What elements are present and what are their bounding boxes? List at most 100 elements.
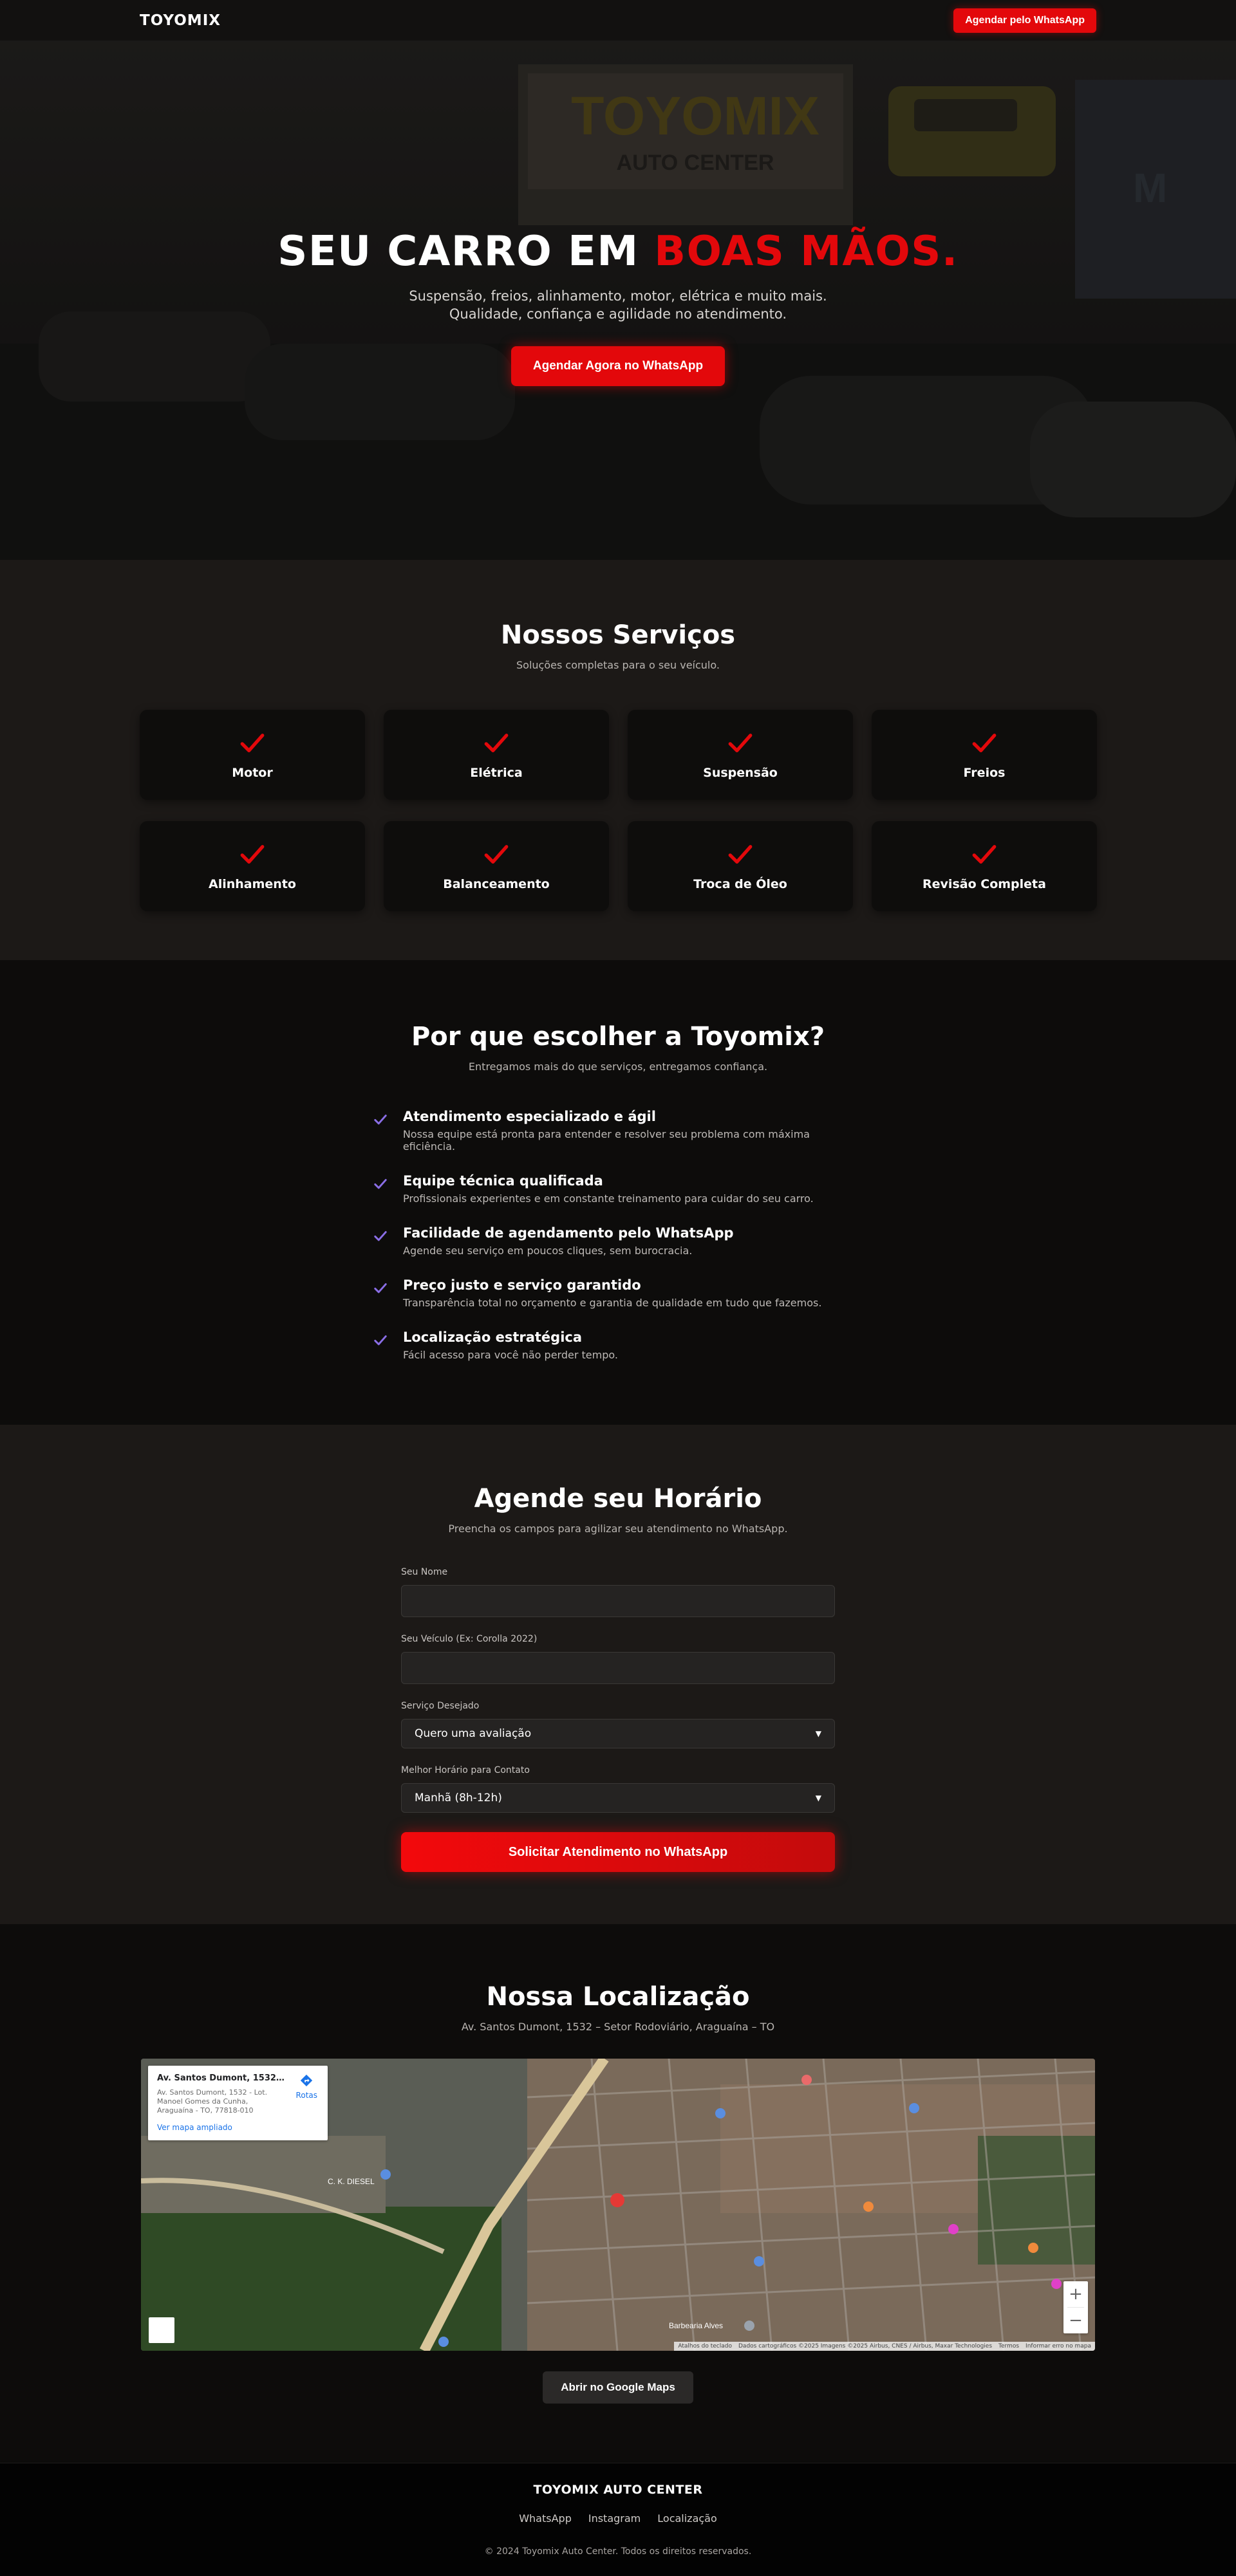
why-item-description: Fácil acesso para você não perder tempo. [403,1349,618,1361]
why-item-title: Localização estratégica [403,1330,583,1345]
schedule-form: Seu Nome Seu Veículo (Ex: Corolla 2022) … [401,1567,835,1872]
vehicle-input[interactable] [401,1652,835,1684]
service-card-label: Suspensão [703,766,778,780]
why-item-title: Atendimento especializado e ágil [402,1109,656,1124]
vehicle-label: Seu Veículo (Ex: Corolla 2022) [401,1634,538,1644]
why-list-item: Equipe técnica qualificada Profissionais … [373,1173,863,1205]
footer-links: WhatsApp Instagram Localização [0,2512,1236,2525]
why-item-description: Nossa equipe está pronta para entender e… [402,1128,810,1153]
why-list: Atendimento especializado e ágil Nossa eq… [373,1109,863,1361]
why-section: Por que escolher a Toyomix? Entregamos m… [0,960,1236,1425]
why-subtitle: Entregamos mais do que serviços, entrega… [468,1061,768,1073]
footer-brand: TOYOMIX AUTO CENTER [533,2483,703,2497]
top-nav: TOYOMIX Agendar pelo WhatsApp [0,0,1236,41]
service-card: Revisão Completa [872,821,1097,911]
service-select-value: Quero uma avaliação [415,1727,532,1740]
check-icon [484,845,509,864]
why-list-item: Atendimento especializado e ágil Nossa eq… [373,1109,863,1153]
schedule-subtitle: Preencha os campos para agilizar seu ate… [448,1523,788,1535]
nav-whatsapp-button[interactable]: Agendar pelo WhatsApp [953,8,1096,33]
why-item-description: Agende seu serviço em poucos cliques, se… [403,1245,693,1257]
footer: TOYOMIX AUTO CENTER WhatsApp Instagram L… [0,2463,1236,2576]
check-icon [728,734,753,752]
service-card: Troca de Óleo [628,821,853,911]
service-select[interactable]: Quero uma avaliação ▼ [401,1719,835,1748]
chevron-down-icon: ▼ [815,1729,821,1738]
logo[interactable]: TOYOMIX [140,12,221,29]
hero-title-main: SEU CARRO EM [277,228,639,275]
map-label-ck-diesel: C. K. DIESEL [328,2177,375,2186]
map-info-card: Av. Santos Dumont, 1532 - Lot... Av. San… [148,2066,328,2140]
time-select-value: Manhã (8h-12h) [415,1792,502,1804]
check-icon [373,1109,393,1153]
check-icon [972,845,997,864]
hero-subtitle: Suspensão, freios, alinhamento, motor, e… [409,288,827,322]
report-error-link[interactable]: Informar erro no mapa [1025,2343,1091,2349]
embedded-map[interactable]: C. K. DIESEL Barbearia Alves Av. Santos … [141,2059,1095,2351]
service-card: Motor [140,710,365,800]
view-larger-map-link[interactable]: Ver mapa ampliado [157,2123,319,2132]
services-section: Nossos Serviços Soluções completas para … [0,560,1236,960]
services-grid: Motor Elétrica Suspensão Freios Alinhamento B… [140,710,1097,911]
check-icon [240,734,265,752]
map-card-title: Av. Santos Dumont, 1532 - Lot... [157,2073,286,2083]
check-icon [728,845,753,864]
directions-icon [301,2074,313,2087]
directions-button[interactable]: Rotas [296,2073,317,2100]
service-label: Serviço Desejado [401,1701,480,1711]
zoom-in-button[interactable]: + [1063,2281,1088,2307]
check-icon [240,845,265,864]
services-subtitle: Soluções completas para o seu veículo. [516,659,720,671]
copyright: © 2024 Toyomix Auto Center. Todos os dir… [484,2546,752,2557]
map-label-barbearia: Barbearia Alves [669,2321,723,2330]
check-icon [373,1173,393,1205]
hero-section: TOYOMIX AUTO CENTER M SEU CARRO EM BOAS … [0,41,1236,560]
why-item-description: Transparência total no orçamento e garan… [403,1297,822,1309]
name-label: Seu Nome [401,1567,448,1577]
footer-link-whatsapp[interactable]: WhatsApp [519,2512,572,2525]
service-card: Freios [872,710,1097,800]
keyboard-shortcuts-link[interactable]: Atalhos do teclado [678,2343,732,2349]
footer-link-instagram[interactable]: Instagram [588,2512,641,2525]
hero-title: SEU CARRO EM BOAS MÃOS. [0,228,1236,275]
map-card-address: Av. Santos Dumont, 1532 - Lot. Manoel Go… [157,2088,268,2115]
location-address: Av. Santos Dumont, 1532 – Setor Rodoviár… [461,2021,775,2033]
zoom-out-button[interactable]: − [1063,2308,1088,2333]
open-google-maps-button[interactable]: Abrir no Google Maps [543,2371,693,2404]
map-attribution: Atalhos do teclado Dados cartográficos ©… [674,2342,1095,2351]
why-list-item: Preço justo e serviço garantido Transparê… [373,1277,863,1309]
check-icon [972,734,997,752]
location-section: Nossa Localização Av. Santos Dumont, 153… [0,1924,1236,2463]
why-title: Por que escolher a Toyomix? [411,1022,825,1052]
street-view-pegman-icon[interactable] [149,2317,174,2343]
services-title: Nossos Serviços [500,620,736,650]
terms-link[interactable]: Termos [998,2343,1019,2349]
submit-whatsapp-button[interactable]: Solicitar Atendimento no WhatsApp [401,1832,835,1872]
service-card: Suspensão [628,710,853,800]
why-item-title: Facilidade de agendamento pelo WhatsApp [403,1225,734,1241]
why-list-item: Localização estratégica Fácil acesso para… [373,1330,863,1361]
service-card: Alinhamento [140,821,365,911]
why-list-item: Facilidade de agendamento pelo WhatsApp A… [373,1225,863,1257]
name-input[interactable] [401,1585,835,1617]
time-label: Melhor Horário para Contato [401,1765,530,1775]
service-card-label: Balanceamento [443,877,550,891]
check-icon [373,1277,393,1309]
footer-link-localizacao[interactable]: Localização [657,2512,717,2525]
hero-whatsapp-button[interactable]: Agendar Agora no WhatsApp [510,346,726,386]
service-card-label: Motor [232,766,273,780]
why-item-title: Preço justo e serviço garantido [403,1277,641,1293]
service-card: Elétrica [384,710,609,800]
directions-label: Rotas [295,2091,317,2100]
map-zoom-control: + − [1063,2281,1088,2333]
schedule-title: Agende seu Horário [474,1484,762,1514]
why-item-title: Equipe técnica qualificada [403,1173,603,1189]
service-card-label: Revisão Completa [922,877,1046,891]
service-card: Balanceamento [384,821,609,911]
chevron-down-icon: ▼ [815,1793,821,1802]
location-title: Nossa Localização [486,1982,750,2012]
why-item-description: Profissionais experientes e em constante… [403,1192,814,1205]
hero-title-accent: BOAS MÃOS. [654,228,959,275]
map-data-credit: Dados cartográficos ©2025 Imagens ©2025 … [738,2343,993,2349]
time-select[interactable]: Manhã (8h-12h) ▼ [401,1783,835,1813]
